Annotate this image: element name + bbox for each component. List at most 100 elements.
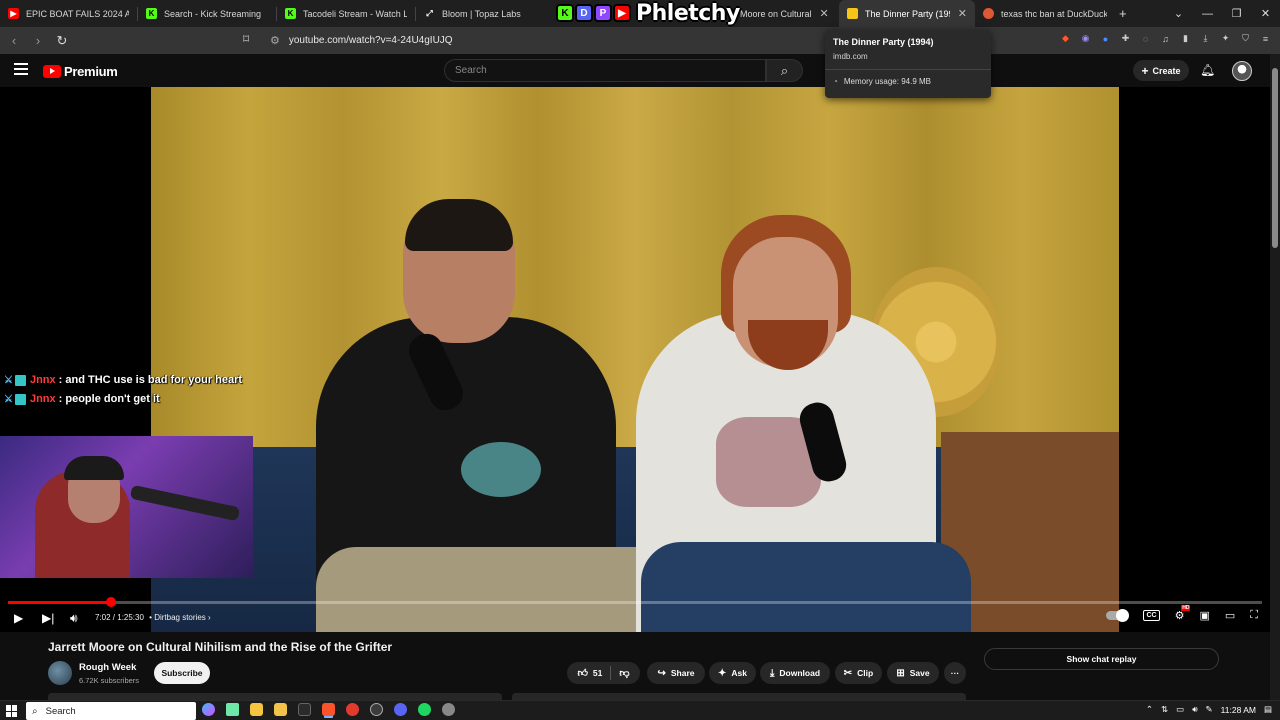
restore-icon[interactable]: ❐ — [1222, 7, 1251, 20]
sidebar-icon[interactable]: ▮ — [1179, 32, 1192, 45]
search-button[interactable]: ⌕ — [766, 59, 803, 82]
page-scrollbar[interactable] — [1270, 54, 1280, 700]
notifications-bell-icon[interactable]: 🔔︎ — [1200, 63, 1215, 77]
share-button[interactable]: ↪ Share — [647, 662, 705, 684]
download-icon[interactable]: ⤓ — [1199, 32, 1212, 45]
subscriber-count: 6.72K subscribers — [79, 676, 140, 685]
pen-icon[interactable]: ✎ — [1206, 704, 1213, 715]
brave-browser-icon[interactable] — [322, 703, 335, 716]
search-input[interactable]: Search — [444, 59, 766, 82]
window-controls: ⌄ — ❐ ✕ — [1164, 0, 1280, 27]
bookmark-add-icon: ⊞ — [896, 667, 905, 679]
windows-start-icon[interactable] — [6, 705, 18, 717]
scrubber-handle[interactable] — [105, 597, 116, 607]
discord-icon[interactable] — [394, 703, 407, 716]
music-icon[interactable]: ♫ — [1159, 32, 1172, 45]
leo-icon[interactable]: ✦ — [1219, 32, 1232, 45]
download-label: Download — [779, 668, 821, 678]
create-button[interactable]: + Create — [1133, 60, 1189, 81]
browser-tab-active[interactable]: The Dinner Party (1994) ✕ — [839, 0, 975, 27]
browser-tab[interactable]: ▶ EPIC BOAT FAILS 2024 AT HAU — [0, 0, 137, 27]
new-tab-button[interactable]: + — [1115, 0, 1135, 27]
play-button[interactable]: ▶ — [14, 610, 23, 626]
subscribe-button[interactable]: Subscribe — [154, 662, 210, 684]
chapter-link[interactable]: • Dirtbag stories › — [149, 613, 210, 622]
puzzle-icon[interactable]: ✚ — [1119, 32, 1132, 45]
site-info-icon[interactable]: ⚙ — [270, 34, 280, 47]
file-explorer-icon[interactable] — [274, 703, 287, 716]
progress-bar[interactable] — [8, 597, 1262, 607]
display-icon[interactable]: ▭ — [1176, 704, 1184, 715]
tray-chevron-icon[interactable]: ⌃ — [1146, 704, 1153, 715]
reload-icon[interactable]: ↻ — [52, 33, 72, 49]
settings-gear-icon[interactable]: ⚙ HD — [1175, 605, 1191, 622]
spotify-icon[interactable] — [418, 703, 431, 716]
settings-icon[interactable] — [442, 703, 455, 716]
browser-tab[interactable]: texas thc ban at DuckDuckGo — [975, 0, 1115, 27]
like-count[interactable]: 51 — [593, 668, 602, 678]
extension-icon[interactable]: ● — [1099, 32, 1112, 45]
browser-tab[interactable]: K Search - Kick Streaming — [138, 0, 276, 27]
forward-arrow-icon[interactable]: › — [28, 33, 48, 48]
more-actions-button[interactable]: ··· — [944, 662, 966, 684]
next-button[interactable]: ▶| — [42, 610, 54, 626]
channel-name[interactable]: Rough Week — [79, 662, 136, 673]
network-icon[interactable]: ⇅ — [1161, 704, 1168, 715]
progress-played — [8, 601, 111, 604]
save-button[interactable]: ⊞ Save — [887, 662, 939, 684]
video-player[interactable]: ⚔ Jnnx : and THC use is bad for your hea… — [0, 87, 1270, 632]
thumbs-up-icon[interactable]: 👍︎ — [577, 667, 587, 679]
channel-avatar[interactable] — [48, 661, 72, 685]
profile-icon[interactable]: ◌ — [1139, 32, 1152, 45]
captions-button[interactable]: CC — [1143, 610, 1160, 621]
shirt-print — [461, 442, 541, 497]
browser-tab[interactable]: ⤢ Bloom | Topaz Labs — [416, 0, 542, 27]
widgets-icon[interactable] — [226, 703, 239, 716]
app-icon[interactable] — [298, 703, 311, 716]
volume-button[interactable]: 🔊︎ — [70, 610, 78, 626]
taskbar-search-box[interactable]: ⌕ Search — [26, 702, 196, 720]
autoplay-toggle[interactable] — [1106, 609, 1130, 622]
account-avatar[interactable] — [1232, 61, 1252, 81]
minimize-icon[interactable]: — — [1193, 8, 1222, 20]
back-arrow-icon[interactable]: ‹ — [4, 33, 24, 48]
duckduckgo-favicon-icon — [983, 8, 994, 19]
kick-favicon-icon: K — [146, 8, 157, 19]
clip-button[interactable]: ✂ Clip — [835, 662, 882, 684]
close-tab-icon[interactable]: ✕ — [958, 7, 967, 20]
fullscreen-icon[interactable]: ⛶ — [1250, 609, 1258, 622]
sub-badge-icon — [14, 374, 26, 386]
show-chat-replay-button[interactable]: Show chat replay — [984, 648, 1219, 670]
scrollbar-thumb[interactable] — [1272, 68, 1278, 248]
bookmark-icon[interactable]: ⌑ — [243, 32, 249, 46]
speaker-icon[interactable]: 🔊︎ — [1192, 704, 1197, 715]
extension-icon[interactable]: ◉ — [1079, 32, 1092, 45]
ask-button[interactable]: ✦ Ask — [709, 662, 756, 684]
obs-icon[interactable] — [370, 703, 383, 716]
sparkle-icon: ✦ — [718, 667, 727, 679]
wallet-icon[interactable]: ⛉ — [1239, 32, 1252, 45]
sword-badge-icon: ⚔ — [4, 374, 13, 386]
streamer-cap — [64, 456, 124, 480]
menu-icon[interactable]: ≡ — [1259, 32, 1272, 45]
brave-shield-icon[interactable]: ◆ — [1059, 32, 1072, 45]
copilot-icon[interactable] — [202, 703, 215, 716]
clock-text[interactable]: 11:28 AM — [1221, 705, 1256, 715]
tab-search-chevron-icon[interactable]: ⌄ — [1164, 7, 1193, 20]
browser-tab[interactable]: K Tacodeli Stream - Watch Live — [277, 0, 415, 27]
close-tab-icon[interactable]: ✕ — [820, 7, 829, 20]
discord-badge-icon: D — [575, 4, 593, 22]
recorder-icon[interactable] — [346, 703, 359, 716]
thumbs-down-icon[interactable]: 👎︎ — [619, 667, 629, 679]
download-button[interactable]: ⤓ Download — [760, 662, 830, 684]
tab-hover-tooltip: The Dinner Party (1994) imdb.com ◔ Memor… — [825, 30, 991, 98]
plus-icon: + — [1119, 6, 1127, 21]
close-window-icon[interactable]: ✕ — [1251, 7, 1280, 20]
tab-title: The Dinner Party (1994) — [865, 8, 950, 19]
theater-mode-icon[interactable]: ▭ — [1225, 609, 1235, 622]
store-icon[interactable] — [250, 703, 263, 716]
miniplayer-icon[interactable]: ▣ — [1199, 609, 1209, 622]
hamburger-menu-icon[interactable] — [14, 63, 28, 78]
youtube-logo[interactable]: Premium — [43, 64, 118, 79]
notification-icon[interactable]: ▤ — [1264, 704, 1272, 715]
